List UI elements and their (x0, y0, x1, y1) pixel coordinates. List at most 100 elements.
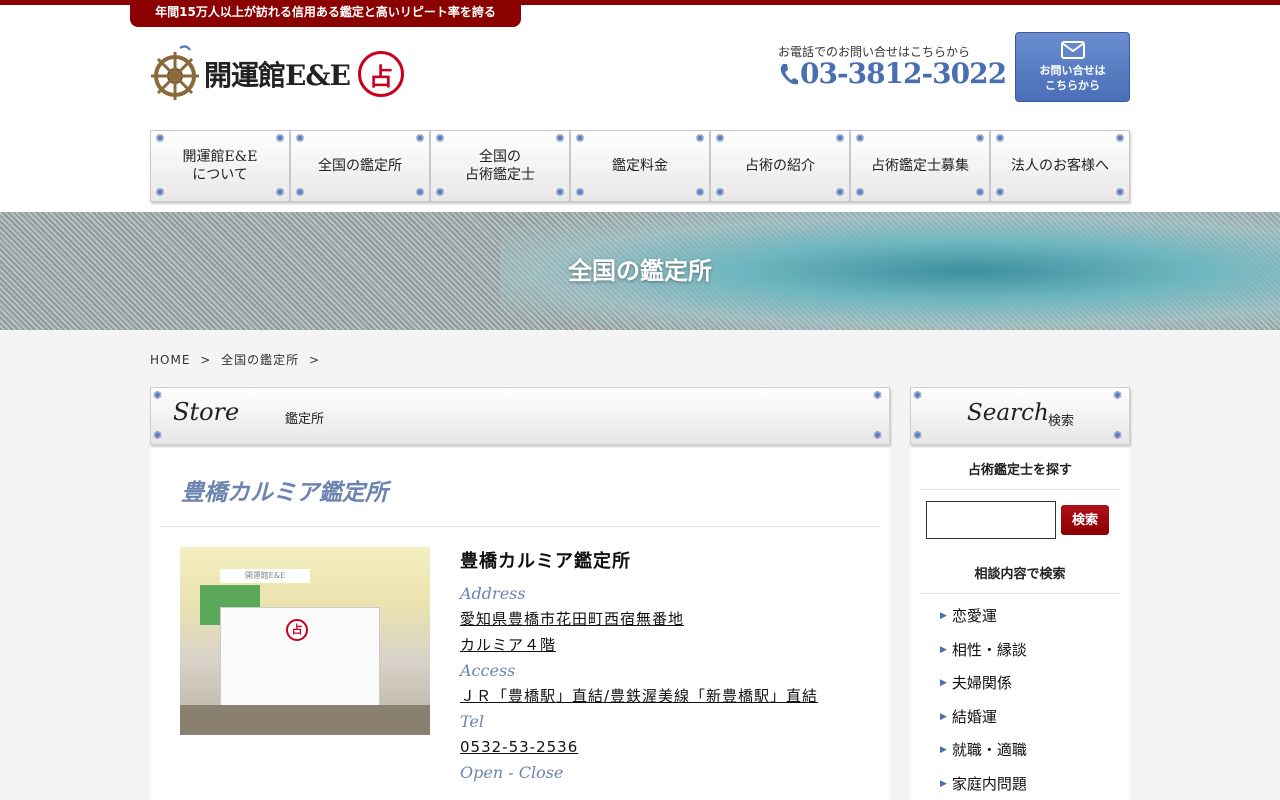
nav-label: 全国の鑑定所 (318, 158, 402, 174)
corner-ornament-icon: ✺ (155, 132, 165, 145)
photo-floor (180, 705, 430, 735)
hero-title: 全国の鑑定所 (568, 257, 712, 285)
nav-item-stores[interactable]: ✺ ✺ ✺ ✺ 全国の鑑定所 (290, 130, 430, 202)
address-line2[interactable]: カルミア４階 (460, 632, 880, 658)
category-item[interactable]: ▶ 家庭内問題 (940, 771, 1027, 800)
mail-icon (1060, 41, 1085, 59)
breadcrumb-stores[interactable]: 全国の鑑定所 (221, 353, 299, 367)
tel-value[interactable]: 0532-53-2536 (460, 734, 880, 760)
corner-ornament-icon: ✺ (1113, 389, 1123, 402)
site-logo[interactable]: 開運館E&E 占 (150, 43, 404, 105)
contact-button[interactable]: お問い合せは こちらから (1015, 32, 1130, 102)
corner-ornament-icon: ✺ (575, 186, 585, 199)
corner-ornament-icon: ✺ (415, 186, 425, 199)
triangle-right-icon: ▶ (940, 745, 947, 756)
corner-ornament-icon: ✺ (295, 186, 305, 199)
breadcrumb: HOME > 全国の鑑定所 > (150, 351, 325, 368)
corner-ornament-icon: ✺ (295, 132, 305, 145)
nav-label: 法人のお客様へ (1011, 158, 1109, 174)
corner-ornament-icon: ✺ (835, 132, 845, 145)
category-item[interactable]: ▶ 夫婦関係 (940, 670, 1027, 704)
nav-item-recruit[interactable]: ✺ ✺ ✺ ✺ 占術鑑定士募集 (850, 130, 990, 202)
triangle-right-icon: ▶ (940, 678, 947, 689)
breadcrumb-home[interactable]: HOME (150, 353, 190, 367)
corner-ornament-icon: ✺ (275, 186, 285, 199)
triangle-right-icon: ▶ (940, 711, 947, 722)
triangle-right-icon: ▶ (940, 778, 947, 789)
corner-ornament-icon: ✺ (1113, 429, 1123, 442)
corner-ornament-icon: ✺ (275, 132, 285, 145)
store-title: 豊橋カルミア鑑定所 (181, 479, 388, 506)
contact-line1: お問い合せは (1039, 64, 1106, 77)
access-value[interactable]: ＪＲ「豊橋駅」直結/豊鉄渥美線「新豊橋駅」直結 (460, 683, 880, 709)
nav-item-about[interactable]: ✺ ✺ ✺ ✺ 開運館E&E について (150, 130, 290, 202)
nav-label: 全国の 占術鑑定士 (465, 149, 535, 183)
search-button[interactable]: 検索 (1061, 505, 1109, 535)
corner-ornament-icon: ✺ (873, 429, 883, 442)
corner-ornament-icon: ✺ (873, 389, 883, 402)
sidebar-title-en: Search (967, 400, 1049, 426)
nav-item-corporate[interactable]: ✺ ✺ ✺ ✺ 法人のお客様へ (990, 130, 1130, 202)
ship-wheel-icon (151, 45, 199, 100)
nav-item-fortune-tellers[interactable]: ✺ ✺ ✺ ✺ 全国の 占術鑑定士 (430, 130, 570, 202)
access-label: Access (460, 661, 516, 680)
corner-ornament-icon: ✺ (555, 132, 565, 145)
phone-number[interactable]: 03-3812-3022 (778, 57, 1007, 90)
corner-ornament-icon: ✺ (1115, 132, 1125, 145)
store-name: 豊橋カルミア鑑定所 (460, 551, 631, 572)
contact-line2: こちらから (1045, 79, 1100, 92)
phone-number-text: 03-3812-3022 (800, 57, 1007, 90)
corner-ornament-icon: ✺ (995, 132, 1005, 145)
corner-ornament-icon: ✺ (155, 186, 165, 199)
divider (920, 489, 1120, 490)
store-photo: 開運館E&E 占 (180, 547, 430, 735)
search-input[interactable] (926, 501, 1056, 539)
section-title-jp: 鑑定所 (285, 412, 325, 427)
main-nav: ✺ ✺ ✺ ✺ 開運館E&E について ✺ ✺ ✺ ✺ 全国の鑑定所 ✺ ✺ ✺ ✺ 全国の 占術鑑定… (150, 130, 1130, 202)
nav-item-fees[interactable]: ✺ ✺ ✺ ✺ 鑑定料金 (570, 130, 710, 202)
corner-ornament-icon: ✺ (415, 132, 425, 145)
nav-item-divination[interactable]: ✺ ✺ ✺ ✺ 占術の紹介 (710, 130, 850, 202)
address-line1[interactable]: 愛知県豊橋市花田町西宿無番地 (460, 606, 880, 632)
corner-ornament-icon: ✺ (975, 132, 985, 145)
sidebar: ✺ ✺ ✺ ✺ Search 検索 占術鑑定士を探す 検索 相談内容で検索 ▶ 恋愛運 … (910, 387, 1130, 800)
photo-seal-icon: 占 (286, 619, 308, 641)
corner-ornament-icon: ✺ (153, 429, 163, 442)
breadcrumb-separator: > (200, 353, 212, 367)
category-item[interactable]: ▶ 恋愛運 (940, 603, 1027, 637)
divider (920, 593, 1120, 594)
breadcrumb-separator: > (308, 353, 321, 367)
find-teller-label: 占術鑑定士を探す (967, 463, 1072, 478)
photo-sign: 開運館E&E (220, 569, 310, 583)
category-item[interactable]: ▶ 結婚運 (940, 704, 1027, 738)
category-item[interactable]: ▶ 相性・縁談 (940, 637, 1027, 671)
corner-ornament-icon: ✺ (975, 186, 985, 199)
corner-ornament-icon: ✺ (435, 132, 445, 145)
corner-ornament-icon: ✺ (835, 186, 845, 199)
store-info: 豊橋カルミア鑑定所 Address 愛知県豊橋市花田町西宿無番地 カルミア４階 … (460, 547, 880, 785)
address-label: Address (460, 584, 526, 603)
triangle-right-icon: ▶ (940, 611, 947, 621)
corner-ornament-icon: ✺ (695, 132, 705, 145)
tagline: 年間15万人以上が訪れる信用ある鑑定と高いリピート率を誇る (130, 0, 521, 27)
corner-ornament-icon: ✺ (715, 132, 725, 145)
main-content: ✺ ✺ ✺ ✺ Store 鑑定所 豊橋カルミア鑑定所 開運館E&E 占 豊橋カルミア… (150, 387, 890, 800)
divider (160, 526, 880, 527)
tel-label: Tel (460, 712, 485, 731)
category-item[interactable]: ▶ 就職・適職 (940, 737, 1027, 771)
corner-ornament-icon: ✺ (995, 186, 1005, 199)
corner-ornament-icon: ✺ (715, 186, 725, 199)
corner-ornament-icon: ✺ (1115, 186, 1125, 199)
category-list: ▶ 恋愛運 ▶ 相性・縁談 ▶ 夫婦関係 ▶ 結婚運 ▶ 就職・適職 ▶ 家庭内問題 (940, 603, 1027, 800)
section-title-en: Store (173, 398, 240, 426)
nav-label: 開運館E&E について (182, 149, 258, 183)
corner-ornament-icon: ✺ (153, 389, 163, 402)
corner-ornament-icon: ✺ (555, 186, 565, 199)
nav-label: 占術鑑定士募集 (871, 158, 969, 174)
corner-ornament-icon: ✺ (695, 186, 705, 199)
corner-ornament-icon: ✺ (435, 186, 445, 199)
hours-label: Open - Close (460, 763, 564, 782)
corner-ornament-icon: ✺ (575, 132, 585, 145)
sidebar-title-jp: 検索 (1048, 414, 1075, 429)
nav-label: 鑑定料金 (612, 158, 668, 174)
